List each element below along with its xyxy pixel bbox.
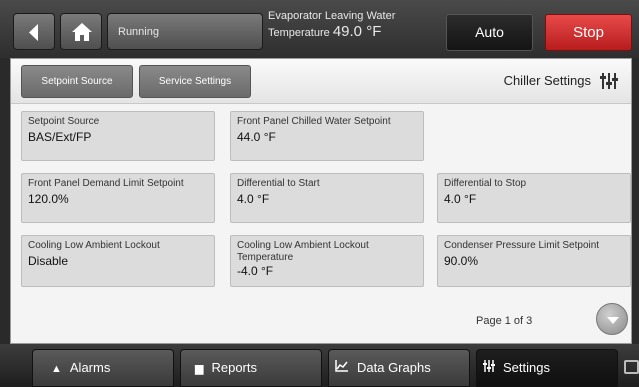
- nav-settings-label: Settings: [503, 360, 550, 375]
- bottom-navigation: ▲ Alarms ▆ Reports Data Graphs Settings: [0, 344, 639, 387]
- setting-tile-demand-limit-setpoint[interactable]: Front Panel Demand Limit Setpoint 120.0%: [21, 173, 215, 223]
- chat-icon[interactable]: [624, 360, 639, 374]
- alarm-bell-icon: ▲: [51, 363, 62, 375]
- setting-tile-differential-to-start[interactable]: Differential to Start 4.0 °F: [230, 173, 424, 223]
- graph-icon: [335, 351, 349, 387]
- setting-label: Front Panel Demand Limit Setpoint: [28, 178, 184, 189]
- setting-label: Setpoint Source: [28, 116, 100, 127]
- setting-tile-chilled-water-setpoint[interactable]: Front Panel Chilled Water Setpoint 44.0 …: [230, 111, 424, 161]
- setpoint-source-tab[interactable]: Setpoint Source: [21, 65, 133, 98]
- setting-label: Differential to Stop: [444, 178, 527, 189]
- auto-button[interactable]: Auto: [446, 14, 533, 51]
- settings-panel: Setpoint Source Service Settings Chiller…: [10, 58, 632, 344]
- evaporator-label: Evaporator Leaving Water: [268, 10, 396, 22]
- back-arrow-icon: [29, 24, 38, 41]
- setting-value: 4.0 °F: [444, 192, 477, 206]
- settings-tab-row: Setpoint Source Service Settings Chiller…: [11, 59, 631, 104]
- top-bar: Running Evaporator Leaving Water Tempera…: [0, 0, 639, 58]
- setting-value: 44.0 °F: [237, 130, 276, 144]
- scroll-down-button[interactable]: [596, 303, 628, 335]
- setting-label: Front Panel Chilled Water Setpoint: [237, 116, 391, 127]
- nav-reports[interactable]: ▆ Reports: [180, 349, 322, 387]
- nav-data-graphs[interactable]: Data Graphs: [328, 349, 470, 387]
- home-icon: [72, 23, 92, 41]
- settings-sliders-icon: [483, 351, 495, 387]
- setting-value: Disable: [28, 254, 69, 268]
- setting-tile-differential-to-stop[interactable]: Differential to Stop 4.0 °F: [437, 173, 631, 223]
- nav-reports-label: Reports: [211, 360, 257, 375]
- page-title: Chiller Settings: [503, 73, 591, 88]
- nav-settings[interactable]: Settings: [476, 349, 618, 387]
- setting-label: Differential to Start: [237, 178, 320, 189]
- status-display: Running: [107, 13, 263, 50]
- setting-tile-condenser-pressure-limit[interactable]: Condenser Pressure Limit Setpoint 90.0%: [437, 235, 631, 287]
- chevron-down-icon: [607, 317, 619, 324]
- setting-label: Cooling Low Ambient Lockout: [28, 240, 160, 251]
- sliders-icon: [600, 73, 618, 89]
- setting-value: BAS/Ext/FP: [28, 130, 92, 144]
- setting-label: Cooling Low Ambient Lockout Temperature: [237, 240, 369, 263]
- temperature-label: Temperature: [268, 27, 330, 39]
- setting-tile-setpoint-source[interactable]: Setpoint Source BAS/Ext/FP: [21, 111, 215, 161]
- nav-alarms[interactable]: ▲ Alarms: [32, 349, 174, 387]
- setting-tile-low-ambient-lockout-temperature[interactable]: Cooling Low Ambient Lockout Temperature …: [230, 235, 424, 287]
- temperature-value: 49.0 °F: [332, 23, 382, 40]
- back-button[interactable]: [13, 13, 55, 50]
- setting-value: 120.0%: [28, 192, 69, 206]
- home-button[interactable]: [60, 13, 102, 50]
- report-doc-icon: ▆: [195, 363, 204, 375]
- page-indicator: Page 1 of 3: [476, 315, 533, 327]
- nav-alarms-label: Alarms: [69, 360, 111, 375]
- setting-value: 4.0 °F: [237, 192, 270, 206]
- setting-label: Condenser Pressure Limit Setpoint: [444, 240, 600, 251]
- stop-button[interactable]: Stop: [545, 14, 632, 51]
- setting-value: 90.0%: [444, 254, 479, 268]
- service-settings-tab[interactable]: Service Settings: [139, 65, 251, 98]
- setting-value: -4.0 °F: [237, 264, 274, 278]
- nav-data-graphs-label: Data Graphs: [357, 360, 431, 375]
- evaporator-readout: Evaporator Leaving Water Temperature 49.…: [268, 9, 438, 41]
- status-text: Running: [118, 26, 159, 38]
- setting-tile-low-ambient-lockout[interactable]: Cooling Low Ambient Lockout Disable: [21, 235, 215, 287]
